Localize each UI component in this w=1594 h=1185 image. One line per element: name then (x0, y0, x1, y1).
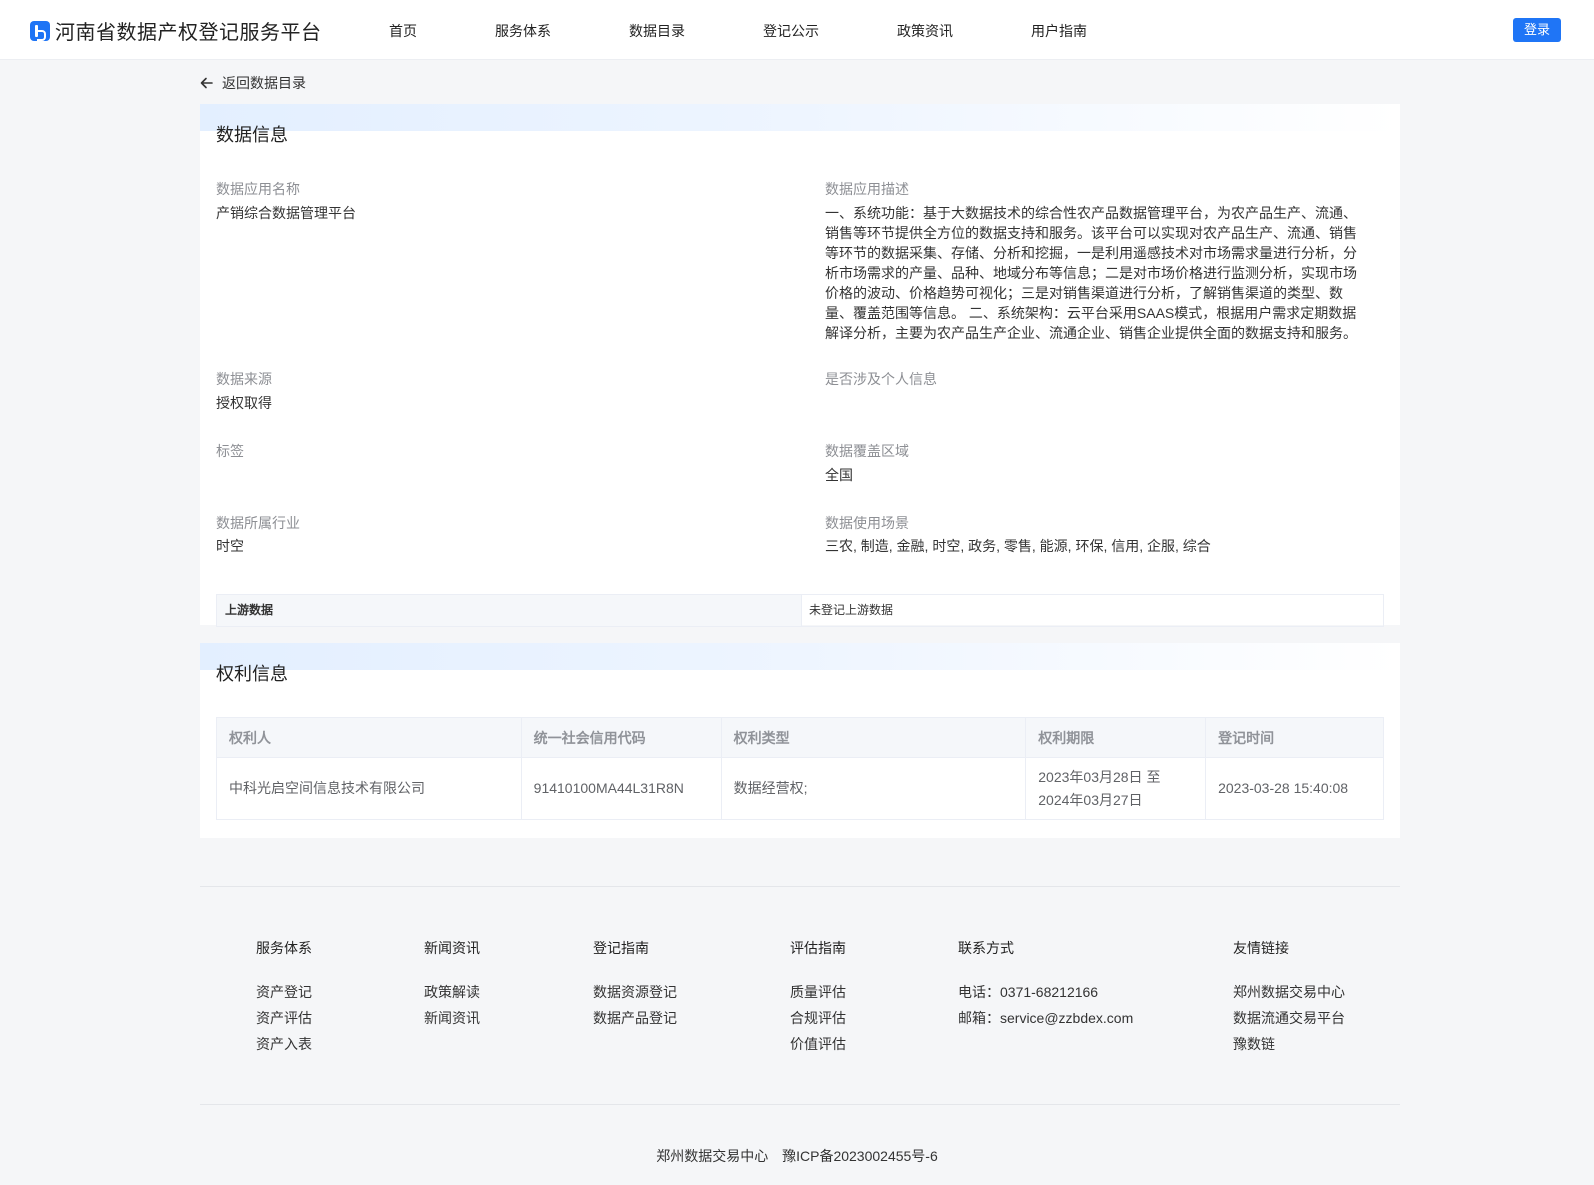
back-link-label: 返回数据目录 (222, 75, 306, 91)
cell-period: 2023年03月28日 至 2024年03月27日 (1025, 757, 1207, 820)
card-header-band (200, 104, 1400, 131)
nav-user-guide[interactable]: 用户指南 (1031, 0, 1087, 60)
top-navbar: 河南省数据产权登记服务平台 首页 服务体系 数据目录 登记公示 政策资讯 用户指… (0, 0, 1594, 60)
data-source-label: 数据来源 (216, 371, 272, 387)
footer-heading: 服务体系 (256, 940, 312, 956)
footer-link[interactable]: 数据产品登记 (593, 1005, 677, 1031)
footer-col-services: 服务体系 资产登记 资产评估 资产入表 (256, 938, 312, 1057)
footer-link[interactable]: 数据资源登记 (593, 979, 677, 1005)
col-header-reg-time: 登记时间 (1205, 717, 1384, 758)
card-header-band (200, 643, 1400, 670)
data-info-card: 数据信息 数据应用名称 产销综合数据管理平台 数据应用描述 一、系统功能：基于大… (200, 104, 1400, 627)
footer-link[interactable]: 资产登记 (256, 979, 312, 1005)
footer-divider (200, 886, 1400, 887)
rights-info-card: 权利信息 权利人 统一社会信用代码 权利类型 权利期限 登记时间 中科光启空间信… (200, 643, 1400, 838)
footer-heading: 登记指南 (593, 940, 649, 956)
copyright-bar: 郑州数据交易中心 豫ICP备2023002455号-6 (0, 1146, 1594, 1166)
footer-link[interactable]: 新闻资讯 (424, 1005, 480, 1031)
footer-link[interactable]: 政策解读 (424, 979, 480, 1005)
coverage-label: 数据覆盖区域 (825, 443, 909, 459)
col-header-right-type: 权利类型 (720, 717, 1027, 758)
tags-label: 标签 (216, 443, 244, 459)
nav-data-catalog[interactable]: 数据目录 (629, 0, 685, 60)
footer-col-friend-links: 友情链接 郑州数据交易中心 数据流通交易平台 豫数链 (1233, 938, 1345, 1057)
data-source-value: 授权取得 (216, 395, 272, 411)
site-logo[interactable]: 河南省数据产权登记服务平台 (30, 16, 322, 45)
cell-reg-time: 2023-03-28 15:40:08 (1205, 757, 1384, 820)
footer-link[interactable]: 豫数链 (1233, 1031, 1345, 1057)
copyright-org: 郑州数据交易中心 (656, 1148, 769, 1164)
footer-heading: 新闻资讯 (424, 940, 480, 956)
footer-link[interactable]: 郑州数据交易中心 (1233, 979, 1345, 1005)
cell-credit-code: 91410100MA44L31R8N (520, 757, 722, 820)
usage-scene-value: 三农, 制造, 金融, 时空, 政务, 零售, 能源, 环保, 信用, 企服, … (825, 538, 1211, 554)
app-desc-value: 一、系统功能：基于大数据技术的综合性农产品数据管理平台，为农产品生产、流通、销售… (825, 205, 1357, 341)
contact-phone: 电话：0371-68212166 (958, 984, 1099, 1000)
section-title-rights-info: 权利信息 (216, 664, 288, 684)
footer-link[interactable]: 质量评估 (790, 979, 846, 1005)
footer-heading: 友情链接 (1233, 940, 1289, 956)
industry-label: 数据所属行业 (216, 515, 300, 531)
coverage-value: 全国 (825, 467, 853, 483)
personal-info-label: 是否涉及个人信息 (825, 371, 937, 387)
industry-value: 时空 (216, 538, 244, 554)
arrow-left-icon (200, 77, 213, 89)
footer-link[interactable]: 资产评估 (256, 1005, 312, 1031)
usage-scene-label: 数据使用场景 (825, 515, 909, 531)
footer-heading: 评估指南 (790, 940, 846, 956)
cell-right-type: 数据经营权; (720, 757, 1027, 820)
login-button[interactable]: 登录 (1513, 18, 1561, 42)
col-header-credit-code: 统一社会信用代码 (520, 717, 722, 758)
footer-link[interactable]: 资产入表 (256, 1031, 312, 1057)
upstream-data-label: 上游数据 (217, 595, 802, 626)
upstream-data-value: 未登记上游数据 (809, 603, 894, 617)
footer-col-evaluation-guide: 评估指南 质量评估 合规评估 价值评估 (790, 938, 846, 1057)
table-header-row: 权利人 统一社会信用代码 权利类型 权利期限 登记时间 (216, 717, 1384, 758)
nav-home[interactable]: 首页 (389, 0, 417, 60)
nav-policy-news[interactable]: 政策资讯 (897, 0, 953, 60)
col-header-period: 权利期限 (1025, 717, 1207, 758)
footer-link[interactable]: 价值评估 (790, 1031, 846, 1057)
section-title-data-info: 数据信息 (216, 125, 288, 145)
app-desc-label: 数据应用描述 (825, 181, 909, 197)
footer-link[interactable]: 合规评估 (790, 1005, 846, 1031)
rights-table: 权利人 统一社会信用代码 权利类型 权利期限 登记时间 中科光启空间信息技术有限… (216, 717, 1384, 820)
period-end: 2024年03月27日 (1038, 791, 1143, 808)
col-header-holder: 权利人 (216, 717, 522, 758)
footer-divider (200, 1104, 1400, 1105)
app-name-value: 产销综合数据管理平台 (216, 205, 356, 221)
footer-col-contact: 联系方式 电话：0371-68212166 邮箱：service@zzbdex.… (958, 938, 1133, 1031)
site-title: 河南省数据产权登记服务平台 (55, 22, 322, 44)
footer-link[interactable]: 数据流通交易平台 (1233, 1005, 1345, 1031)
period-start: 2023年03月28日 至 (1038, 768, 1161, 785)
icp-link[interactable]: 豫ICP备2023002455号-6 (782, 1148, 938, 1164)
contact-email: 邮箱：service@zzbdex.com (958, 1010, 1134, 1026)
footer-heading: 联系方式 (958, 940, 1014, 956)
table-row: 中科光启空间信息技术有限公司 91410100MA44L31R8N 数据经营权;… (216, 757, 1384, 820)
logo-icon (30, 20, 50, 41)
nav-services[interactable]: 服务体系 (495, 0, 551, 60)
app-name-label: 数据应用名称 (216, 181, 300, 197)
back-to-catalog-link[interactable]: 返回数据目录 (200, 73, 306, 93)
upstream-data-row: 上游数据 未登记上游数据 (216, 594, 1384, 627)
footer-col-news: 新闻资讯 政策解读 新闻资讯 (424, 938, 480, 1031)
footer-col-registration-guide: 登记指南 数据资源登记 数据产品登记 (593, 938, 677, 1031)
cell-holder: 中科光启空间信息技术有限公司 (216, 757, 522, 820)
nav-registration-notice[interactable]: 登记公示 (763, 0, 819, 60)
